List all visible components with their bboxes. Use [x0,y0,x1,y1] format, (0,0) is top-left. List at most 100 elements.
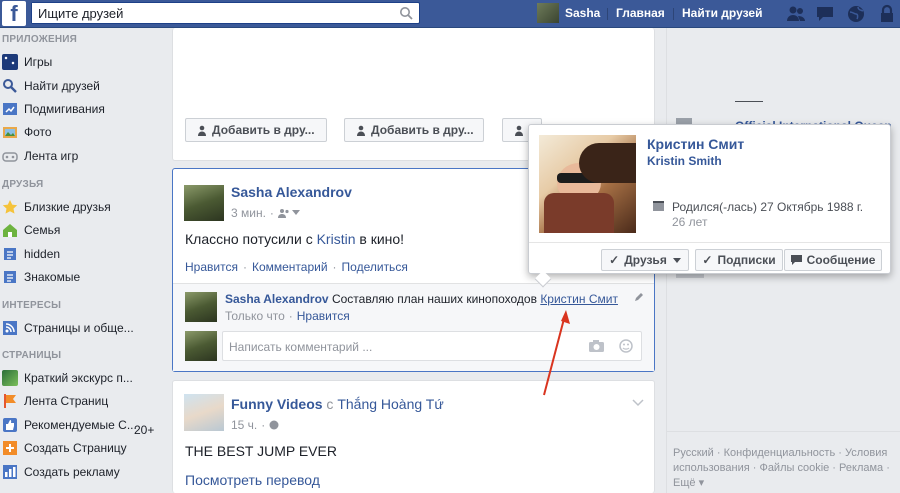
chevron-down-icon[interactable] [632,399,644,407]
check-icon: ✓ [609,253,620,267]
like-link[interactable]: Нравится [185,260,238,274]
sidebar-item-create-ad[interactable]: Создать рекламу [2,463,120,481]
feed-post: Funny Videos с Thắng Hoàng Tứ 15 ч. · THE… [172,380,655,493]
post-author-link[interactable]: Funny Videos [231,396,323,412]
sidebar-item-label: Подмигивания [24,102,105,116]
search-input[interactable] [32,3,392,23]
sidebar-item-recommended[interactable]: Рекомендуемые С... [2,416,137,434]
sidebar-item-acquaintances[interactable]: Знакомые [2,268,80,286]
footer-more[interactable]: Ещё ▾ [673,476,900,491]
edit-pencil-icon[interactable] [634,292,644,302]
hovercard-birth: Родился(-лась) 27 Октябрь 1988 г. [672,200,864,214]
camera-icon[interactable] [589,340,604,352]
tagged-user-link[interactable]: Kristin [317,231,356,247]
divider [673,8,674,20]
profile-photo[interactable] [539,135,636,233]
avatar[interactable] [184,394,224,431]
post-text-part: в кино! [355,231,405,247]
sidebar-item-label: Игры [24,55,53,69]
apps-header: ПРИЛОЖЕНИЯ [2,34,78,45]
sidebar-item-label: Семья [24,223,61,237]
sidebar-item-pages-feed[interactable]: Страницы и обще... [2,319,134,337]
avatar [537,3,559,23]
comment-meta: Только что · Нравится [225,309,350,323]
sidebar-item-close-friends[interactable]: Близкие друзья [2,198,111,216]
sidebar-item-hidden[interactable]: hidden [2,245,60,263]
button-label: Друзья [624,253,667,267]
sidebar-item-pages-feed-list[interactable]: Лента Страниц [2,392,108,410]
comment-like-link[interactable]: Нравится [297,309,350,323]
sidebar-item-pokes[interactable]: Подмигивания [2,100,105,118]
comment-link[interactable]: Комментарий [252,260,328,274]
sidebar-item-find-friends[interactable]: Найти друзей [2,77,100,95]
sidebar-item-games-feed[interactable]: Лента игр [2,147,78,165]
privacy-lock-icon[interactable] [877,4,897,24]
emoji-icon[interactable] [619,339,633,353]
comment-author-link[interactable]: Sasha Alexandrov [225,292,329,306]
post-header: Funny Videos с Thắng Hoàng Tứ [231,396,444,412]
friend-requests-icon[interactable] [786,4,806,24]
post-timestamp[interactable]: 3 мин. [231,206,266,220]
sidebar-item-label: Лента игр [24,149,79,163]
games-feed-icon [2,152,18,162]
sidebar-item-family[interactable]: Семья [2,221,60,239]
friends-button[interactable]: ✓ Друзья [601,249,689,271]
sidebar-item-games[interactable]: Игры [2,53,52,71]
search-box[interactable] [31,2,420,24]
button-label: Добавить в дру... [371,123,474,137]
hovercard-name-link[interactable]: Кристин Смит [647,136,744,152]
footer-links[interactable]: использования · Файлы cookie · Реклама · [673,461,900,476]
like-icon [3,418,17,432]
add-friend-button[interactable]: Добавить в дру... [185,118,327,142]
share-link[interactable]: Поделиться [342,260,408,274]
home-link[interactable]: Главная [616,6,665,20]
sidebar-item-create-page[interactable]: Создать Страницу [2,439,127,457]
rss-icon [3,321,17,335]
chevron-down-icon[interactable] [291,210,300,216]
separator: · [269,206,274,220]
footer-links[interactable]: Русский · Конфиденциальность · Условия [673,446,900,461]
footer-more-label[interactable]: Ещё [673,477,696,489]
separator: · [288,309,293,323]
games-icon [2,54,18,70]
sidebar-item-label: Знакомые [24,270,81,284]
post-meta: 3 мин. · [231,206,300,220]
sidebar-item-label: Создать Страницу [24,441,127,455]
profile-link[interactable]: Sasha [537,2,600,24]
post-author-link[interactable]: Sasha Alexandrov [231,184,352,200]
create-page-icon [3,441,17,455]
sidebar-item-label: hidden [24,247,61,261]
message-button[interactable]: Сообщение [784,249,882,271]
comment-input[interactable]: Написать комментарий ... [222,331,642,361]
add-friend-icon [198,125,206,136]
notifications-globe-icon[interactable] [846,4,866,24]
sidebar-item-photos[interactable]: Фото [2,123,52,141]
public-globe-icon[interactable] [269,420,279,430]
comment-timestamp[interactable]: Только что [225,309,285,323]
tagged-user-link[interactable]: Thắng Hoàng Tứ [337,396,443,412]
see-translation-link[interactable]: Посмотреть перевод [185,472,320,488]
audience-friends-icon[interactable] [277,208,290,218]
check-icon: ✓ [702,253,713,267]
post-header-with: с [322,396,338,412]
chevron-down-icon [672,257,681,263]
post-timestamp[interactable]: 15 ч. [231,418,257,432]
add-friend-button[interactable]: Добавить в дру... [344,118,484,142]
find-friends-link[interactable]: Найти друзей [682,6,762,20]
flag-icon [4,394,16,408]
mentioned-user-link[interactable]: Кристин Смит [540,292,618,306]
facebook-logo[interactable]: f [2,1,26,26]
sidebar-item-tour[interactable]: Краткий экскурс п... [2,369,133,387]
sidebar-item-label: Рекомендуемые С... [24,418,137,432]
left-sidebar: ПРИЛОЖЕНИЯ Игры Найти друзей Подмигивани… [0,28,170,493]
family-icon [3,224,17,237]
pokes-icon [3,103,17,115]
birthday-icon [653,201,664,211]
following-button[interactable]: ✓ Подписки [695,249,783,271]
messages-icon[interactable] [815,4,835,24]
avatar[interactable] [184,185,224,221]
divider [735,101,763,102]
avatar[interactable] [185,292,217,322]
separator: · [261,418,266,432]
search-icon[interactable] [399,6,413,20]
